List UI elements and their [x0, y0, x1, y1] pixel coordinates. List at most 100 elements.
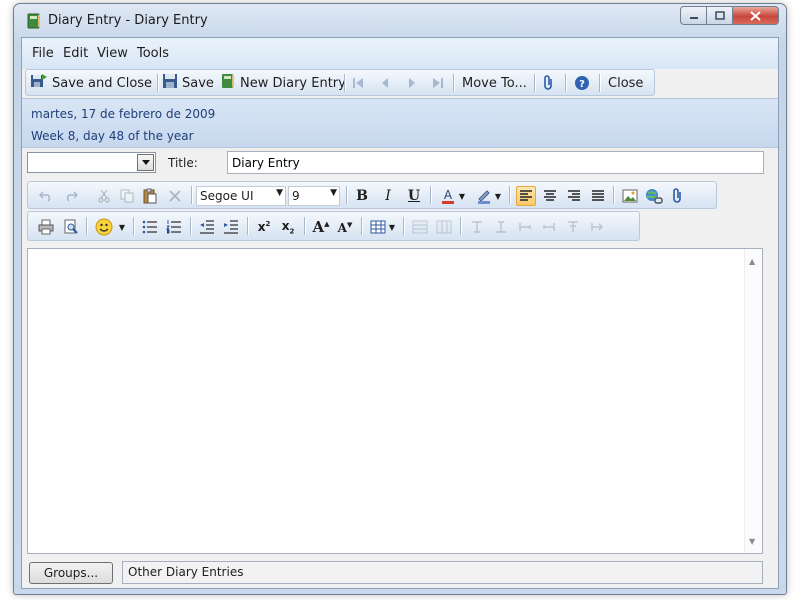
italic-button[interactable]: I: [378, 186, 398, 206]
toolbar-separator: [430, 186, 432, 204]
first-entry-button[interactable]: [352, 73, 364, 93]
help-button[interactable]: ?: [574, 73, 590, 93]
new-diary-entry-button[interactable]: New Diary Entry: [220, 73, 346, 93]
last-entry-button[interactable]: [432, 73, 444, 93]
redo-button[interactable]: [61, 186, 81, 206]
highlight-dropdown[interactable]: ▼: [493, 186, 503, 206]
smiley-dropdown[interactable]: ▼: [117, 217, 127, 237]
insert-attachment-button[interactable]: [668, 186, 688, 206]
table-columns-icon: [436, 220, 452, 234]
toolbar-separator: [190, 217, 192, 235]
superscript-button[interactable]: x2: [254, 217, 274, 237]
highlight-icon: [478, 190, 490, 204]
insert-hyperlink-button[interactable]: [644, 186, 664, 206]
title-bar[interactable]: Diary Entry - Diary Entry: [14, 4, 786, 38]
previous-entry-button[interactable]: [379, 73, 391, 93]
scroll-down-icon[interactable]: ▼: [749, 537, 755, 546]
help-icon: ?: [575, 76, 589, 90]
attach-button[interactable]: [542, 73, 556, 93]
align-left-button[interactable]: [516, 186, 536, 206]
subscript-button[interactable]: x2: [278, 217, 298, 237]
minimize-button[interactable]: [680, 6, 707, 25]
table-rows-icon: [412, 220, 428, 234]
toolbar-separator: [509, 186, 511, 204]
copy-icon: [120, 189, 134, 203]
font-name-combo[interactable]: Segoe UI ▼: [196, 186, 286, 206]
shrink-font-button[interactable]: A▼: [335, 217, 355, 237]
insert-row-below-button[interactable]: [491, 217, 511, 237]
next-entry-button[interactable]: [406, 73, 418, 93]
indent-button[interactable]: [221, 217, 241, 237]
table-rows-button[interactable]: [410, 217, 430, 237]
title-label: Title:: [168, 156, 198, 170]
align-left-icon: [520, 190, 532, 201]
svg-text:A: A: [444, 188, 453, 202]
maximize-button[interactable]: [707, 6, 733, 25]
smiley-icon: [95, 218, 113, 236]
toolbar-separator: [304, 217, 306, 235]
insert-column-right-button[interactable]: [539, 217, 559, 237]
save-and-close-label: Save and Close: [52, 75, 153, 91]
undo-button[interactable]: [36, 186, 56, 206]
close-label: Close: [608, 75, 644, 91]
insert-row-icon: [472, 221, 482, 233]
underline-button[interactable]: U: [404, 186, 424, 206]
bold-button[interactable]: B: [352, 186, 372, 206]
scroll-up-icon[interactable]: ▲: [749, 257, 755, 266]
print-icon: [38, 219, 54, 235]
outdent-button[interactable]: [197, 217, 217, 237]
align-right-button[interactable]: [564, 186, 584, 206]
move-to-button[interactable]: Move To...: [462, 73, 527, 93]
delete-column-button[interactable]: [563, 217, 583, 237]
next-icon: [409, 78, 415, 88]
toolbar-separator: [403, 217, 405, 235]
close-button[interactable]: Close: [608, 73, 643, 93]
new-entry-icon: [220, 73, 236, 93]
save-close-icon: [30, 73, 48, 93]
menu-tools[interactable]: Tools: [137, 46, 169, 61]
delete-button[interactable]: [165, 186, 185, 206]
grow-font-icon: A▲: [312, 218, 330, 236]
insert-column-left-button[interactable]: [515, 217, 535, 237]
delete-row-button[interactable]: [587, 217, 607, 237]
bullets-button[interactable]: [140, 217, 160, 237]
numbering-button[interactable]: [164, 217, 184, 237]
undo-icon: [39, 191, 51, 202]
justify-button[interactable]: [588, 186, 608, 206]
print-preview-button[interactable]: [61, 217, 81, 237]
groups-button[interactable]: Groups...: [29, 562, 113, 584]
highlight-button[interactable]: [474, 186, 494, 206]
delete-icon: [169, 190, 181, 202]
table-columns-button[interactable]: [434, 217, 454, 237]
print-button[interactable]: [36, 217, 56, 237]
save-button[interactable]: Save: [162, 73, 214, 93]
insert-smiley-button[interactable]: [94, 217, 114, 237]
category-dropdown-button[interactable]: [137, 154, 154, 171]
table-dropdown[interactable]: ▼: [387, 217, 397, 237]
grow-font-button[interactable]: A▲: [311, 217, 331, 237]
insert-image-button[interactable]: [620, 186, 640, 206]
category-combo[interactable]: [27, 152, 156, 173]
menu-file[interactable]: File: [32, 46, 54, 61]
save-and-close-button[interactable]: Save and Close: [30, 73, 152, 93]
menu-edit[interactable]: Edit: [63, 46, 88, 61]
font-color-button[interactable]: A: [438, 186, 458, 206]
font-color-dropdown[interactable]: ▼: [457, 186, 467, 206]
insert-table-button[interactable]: [368, 217, 388, 237]
numbering-icon: [166, 220, 181, 234]
window-title: Diary Entry - Diary Entry: [48, 13, 208, 28]
editor-vertical-scrollbar[interactable]: ▲ ▼: [744, 249, 762, 553]
title-input[interactable]: [227, 151, 764, 174]
groups-button-label: Groups...: [43, 566, 99, 580]
insert-row-above-button[interactable]: [467, 217, 487, 237]
paste-button[interactable]: [140, 186, 160, 206]
font-color-icon: A: [442, 188, 454, 204]
underline-icon: U: [407, 188, 421, 204]
cut-button[interactable]: [94, 186, 114, 206]
close-window-button[interactable]: [733, 6, 779, 25]
font-size-combo[interactable]: 9 ▼: [288, 186, 340, 206]
align-center-button[interactable]: [540, 186, 560, 206]
copy-button[interactable]: [117, 186, 137, 206]
entry-body-editor[interactable]: ▲ ▼: [27, 248, 763, 554]
menu-view[interactable]: View: [97, 46, 128, 61]
